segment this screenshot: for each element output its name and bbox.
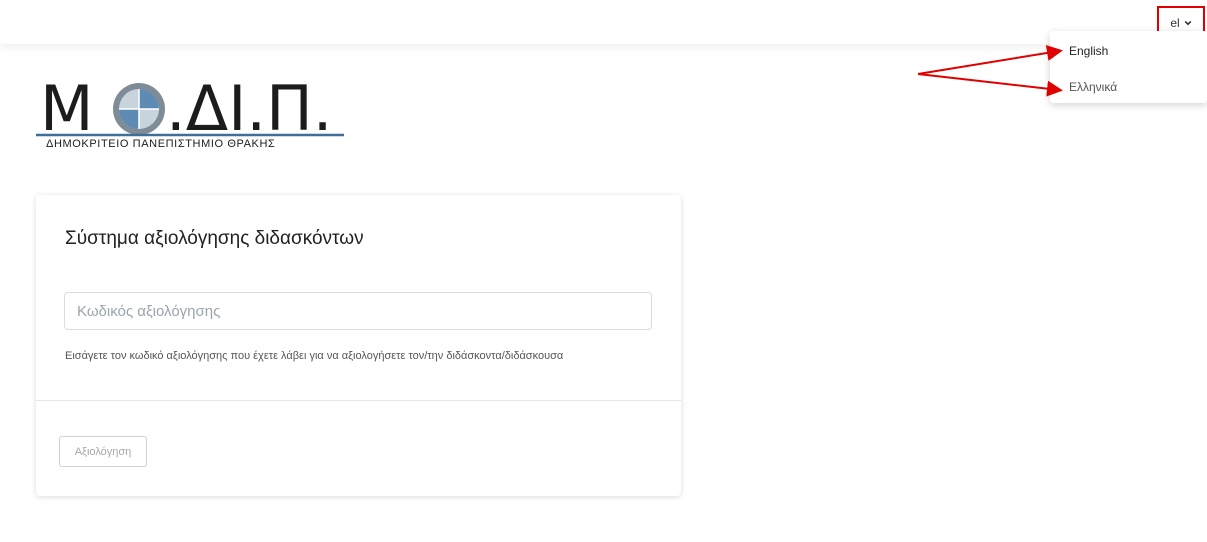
evaluate-button[interactable]: Αξιολόγηση [59,436,147,467]
arrow-to-english [917,45,1063,75]
arrow-to-greek [917,73,1063,97]
evaluation-code-input[interactable] [64,292,652,330]
divider [36,400,681,401]
evaluation-card: Σύστημα αξιολόγησης διδασκόντων Εισάγετε… [36,195,681,496]
page: el English Ελληνικά Μ .ΔΙ.Π. ΔΗΜΟΚΡΙΤΕΙΟ… [0,0,1207,542]
language-option-greek[interactable]: Ελληνικά [1069,78,1117,96]
language-toggle-label: el [1170,15,1180,30]
logo: Μ .ΔΙ.Π. ΔΗΜΟΚΡΙΤΕΙΟ ΠΑΝΕΠΙΣΤΗΜΙΟ ΘΡΑΚΗΣ [36,72,356,162]
logo-subtitle: ΔΗΜΟΚΡΙΤΕΙΟ ΠΑΝΕΠΙΣΤΗΜΙΟ ΘΡΑΚΗΣ [46,138,276,150]
card-title: Σύστημα αξιολόγησης διδασκόντων [65,228,364,249]
top-bar [0,0,1207,44]
chevron-down-icon [1184,20,1192,25]
language-menu: English Ελληνικά [1050,31,1207,103]
language-option-english[interactable]: English [1069,42,1108,60]
help-text: Εισάγετε τον κωδικό αξιολόγησης που έχετ… [65,350,564,362]
